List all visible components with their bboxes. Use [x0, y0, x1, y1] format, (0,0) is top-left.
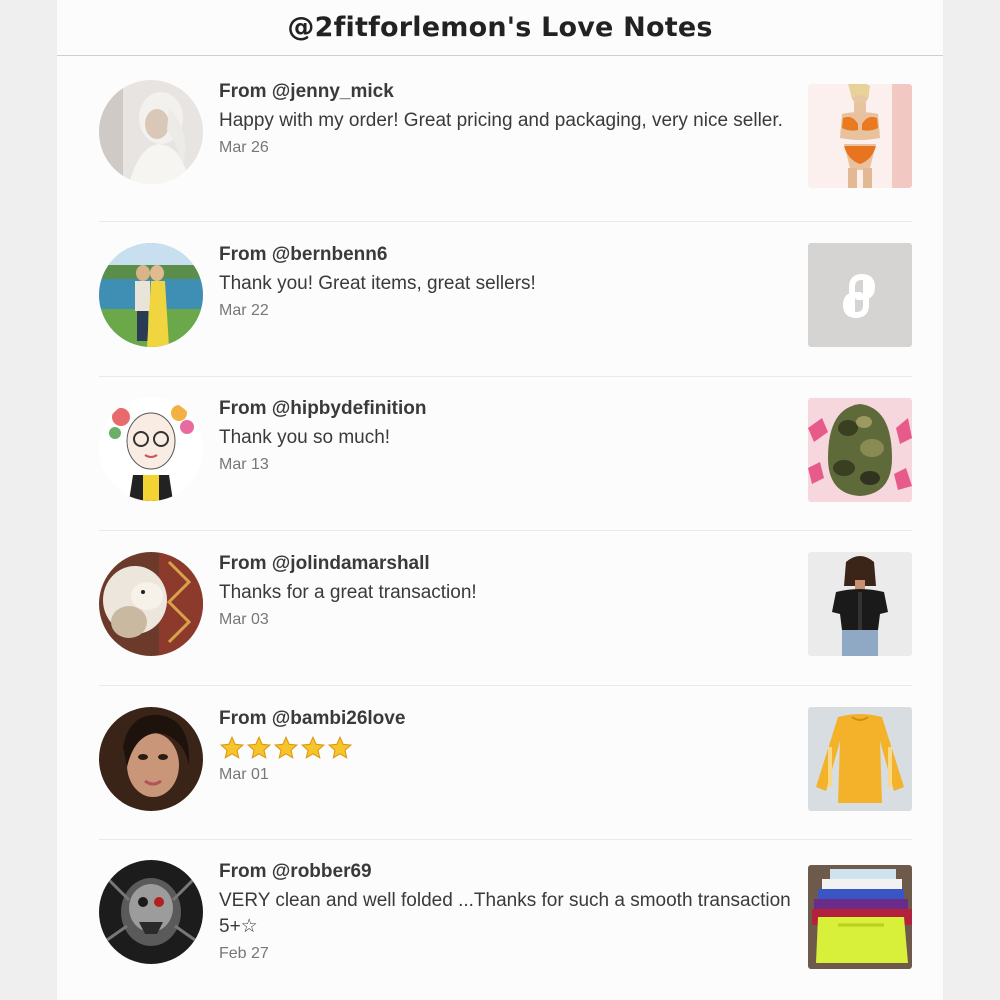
note-sender[interactable]: From @jenny_mick	[219, 80, 791, 104]
avatar[interactable]	[99, 243, 203, 347]
love-note: From @bernbenn6 Thank you! Great items, …	[99, 222, 912, 377]
poshmark-logo-icon	[808, 243, 912, 347]
page-header: @2fitforlemon's Love Notes	[57, 0, 943, 56]
star-icon	[300, 735, 326, 759]
note-message: Thank you so much!	[219, 427, 391, 448]
note-date: Mar 22	[219, 302, 269, 319]
love-note: From @bambi26love Mar 01	[99, 686, 912, 840]
note-sender[interactable]: From @hipbydefinition	[219, 397, 791, 421]
love-notes-list: From @jenny_mick Happy with my order! Gr…	[99, 56, 912, 1000]
star-icon	[246, 735, 272, 759]
note-sender[interactable]: From @bambi26love	[219, 707, 791, 731]
note-date: Mar 03	[219, 611, 269, 628]
note-date: Mar 26	[219, 139, 269, 156]
listing-thumbnail[interactable]	[808, 398, 912, 502]
note-message: Thanks for a great transaction!	[219, 582, 477, 603]
listing-thumbnail[interactable]	[808, 243, 912, 347]
listing-thumbnail[interactable]	[808, 707, 912, 811]
love-notes-panel: @2fitforlemon's Love Notes From @jenny_m…	[57, 0, 943, 1000]
note-content: From @jolindamarshall Thanks for a great…	[219, 552, 791, 631]
star-icon	[219, 735, 245, 759]
love-note: From @robber69 VERY clean and well folde…	[99, 840, 912, 1000]
note-sender[interactable]: From @robber69	[219, 860, 791, 884]
listing-thumbnail[interactable]	[808, 865, 912, 969]
avatar[interactable]	[99, 552, 203, 656]
note-date: Mar 01	[219, 766, 269, 783]
note-content: From @bernbenn6 Thank you! Great items, …	[219, 243, 791, 322]
note-content: From @robber69 VERY clean and well folde…	[219, 860, 791, 965]
note-date: Mar 13	[219, 456, 269, 473]
page-title: @2fitforlemon's Love Notes	[287, 12, 713, 43]
star-rating	[219, 735, 791, 761]
note-content: From @jenny_mick Happy with my order! Gr…	[219, 80, 791, 159]
note-content: From @bambi26love Mar 01	[219, 707, 791, 786]
note-content: From @hipbydefinition Thank you so much!…	[219, 397, 791, 476]
avatar[interactable]	[99, 397, 203, 501]
note-sender[interactable]: From @bernbenn6	[219, 243, 791, 267]
love-note: From @jenny_mick Happy with my order! Gr…	[99, 56, 912, 222]
listing-thumbnail[interactable]	[808, 84, 912, 188]
avatar[interactable]	[99, 80, 203, 184]
love-note: From @jolindamarshall Thanks for a great…	[99, 531, 912, 686]
note-sender[interactable]: From @jolindamarshall	[219, 552, 791, 576]
note-date: Feb 27	[219, 945, 269, 962]
avatar[interactable]	[99, 707, 203, 811]
star-icon	[327, 735, 353, 759]
listing-thumbnail[interactable]	[808, 552, 912, 656]
note-message: Thank you! Great items, great sellers!	[219, 273, 536, 294]
note-message: VERY clean and well folded ...Thanks for…	[219, 890, 791, 937]
note-message: Happy with my order! Great pricing and p…	[219, 110, 783, 131]
avatar[interactable]	[99, 860, 203, 964]
love-note: From @hipbydefinition Thank you so much!…	[99, 377, 912, 531]
star-icon	[273, 735, 299, 759]
